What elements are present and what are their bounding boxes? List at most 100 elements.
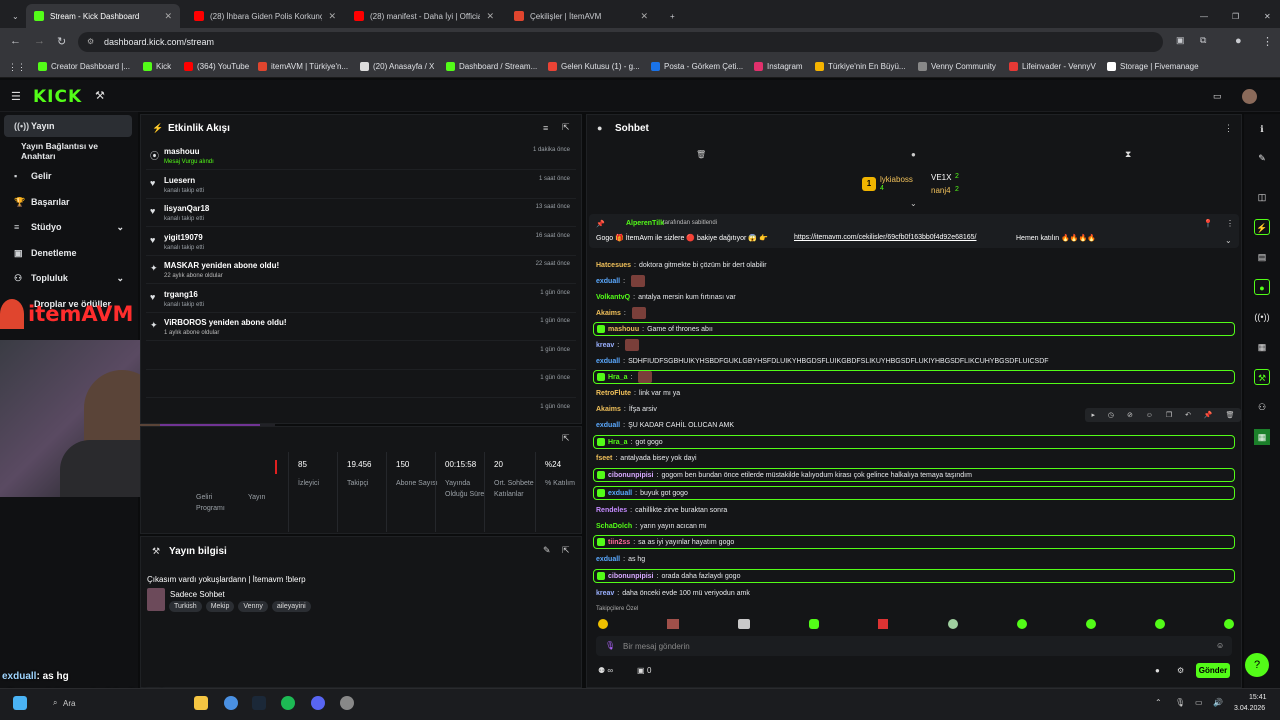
activity-row[interactable]: 1 gün önce <box>146 342 576 370</box>
filter-icon[interactable]: ≡ <box>543 123 548 133</box>
emote-icon[interactable]: ☺ <box>1146 412 1153 419</box>
list-icon[interactable]: ▦ <box>1254 339 1270 355</box>
puzzle-icon[interactable]: ⧉ <box>1200 35 1206 46</box>
bookmark-item[interactable]: Dashboard / Stream... <box>446 62 537 71</box>
sidebar-item-denetleme[interactable]: ▣ Denetleme <box>4 242 132 264</box>
sidebar-item-studyo[interactable]: ≡ Stüdyo ⌄ <box>4 216 132 238</box>
chat-message[interactable]: Hra_a: got gogo <box>593 435 1235 449</box>
reload-icon[interactable]: ↻ <box>57 35 66 48</box>
more-icon[interactable]: ⋮ <box>1226 219 1234 228</box>
new-tab-button[interactable]: + <box>662 4 678 28</box>
top-user-1[interactable]: lykiaboss <box>880 175 913 184</box>
bookmark-item[interactable]: Creator Dashboard |... <box>38 62 130 71</box>
apps-icon[interactable]: ⋮⋮ <box>8 62 26 73</box>
chat-message[interactable]: cibonunpipisi: gogom ben bundan önce etil… <box>593 468 1235 482</box>
activity-row[interactable]: ♥ yigit19079 kanalı takip etti 16 saat önce <box>146 228 576 256</box>
activity-row[interactable]: 1 gün önce <box>146 399 576 427</box>
bookmark-item[interactable]: Lifeinvader - VennyV <box>1009 62 1096 71</box>
chat-mode-icon[interactable]: ● <box>911 150 916 159</box>
bookmark-item[interactable]: itemAVM | Türkiye'n... <box>258 62 348 71</box>
community-icon[interactable]: ⚇ <box>1254 399 1270 415</box>
tag-chip[interactable]: Venny <box>238 601 268 612</box>
chat-username[interactable]: Rendeles <box>596 507 627 514</box>
maximize-icon[interactable]: ❐ <box>1224 4 1244 28</box>
steam-icon[interactable] <box>252 696 266 710</box>
chat-message[interactable]: VolkantvQ: antalya mersin kum fırtınası v… <box>596 290 736 304</box>
windows-start-icon[interactable] <box>13 696 27 710</box>
folder-icon[interactable] <box>194 696 208 710</box>
activity-row[interactable]: ♥ Luesern kanalı takip etti 1 saat önce <box>146 171 576 199</box>
sidebar-item-stream-key[interactable]: Yayın Bağlantısı ve Anahtarı <box>4 140 132 162</box>
bookmark-item[interactable]: Posta - Görkem Çeti... <box>651 62 743 71</box>
hammer-icon[interactable]: ⚒ <box>95 89 105 102</box>
mic-icon[interactable]: 🎙 <box>1175 698 1185 707</box>
spotify-icon[interactable] <box>281 696 295 710</box>
chat-message[interactable]: exduall: as hg <box>596 552 645 566</box>
pin-icon[interactable]: 📌 <box>1204 411 1213 419</box>
chat-username[interactable]: exduall <box>596 278 620 285</box>
volume-icon[interactable]: 🔊 <box>1213 698 1223 707</box>
chat-input[interactable] <box>596 636 1232 656</box>
taskbar-search[interactable]: Ara <box>63 699 75 708</box>
mic-icon[interactable]: 🎙 <box>605 641 615 650</box>
chat-icon[interactable]: ● <box>1254 279 1270 295</box>
chat-message[interactable]: tiin2ss: sa as iyi yayınlar hayatım gogo <box>593 535 1235 549</box>
tag-chip[interactable]: Turkish <box>169 601 202 612</box>
chat-username[interactable]: Hatcesues <box>596 262 631 269</box>
emote-icon[interactable] <box>1223 619 1234 629</box>
gear-icon[interactable]: ⚙ <box>1177 666 1184 675</box>
activity-name[interactable]: yigit19079 <box>164 233 203 242</box>
emote-icon[interactable] <box>1154 619 1165 629</box>
chat-username[interactable]: exduall <box>608 490 632 497</box>
avatar[interactable] <box>1242 89 1257 104</box>
tray-chevron-icon[interactable]: ⌃ <box>1155 698 1162 707</box>
emote-icon[interactable] <box>738 619 751 629</box>
profile-icon[interactable]: ● <box>1235 35 1242 47</box>
emote-icon[interactable] <box>1085 619 1096 629</box>
chat-username[interactable]: fseet <box>596 455 612 462</box>
activity-name[interactable]: MASKAR yeniden abone oldu! <box>164 261 279 270</box>
kick-logo[interactable]: KICK <box>33 87 82 107</box>
chevron-down-icon[interactable]: ⌄ <box>910 199 917 208</box>
emote-icon[interactable] <box>947 619 958 629</box>
close-window-icon[interactable]: ✕ <box>1256 4 1276 28</box>
emote-icon[interactable] <box>667 619 680 629</box>
chat-message[interactable]: exduall: buyuk got gogo <box>593 486 1235 500</box>
chat-username[interactable]: tiin2ss <box>608 539 630 546</box>
activity-row[interactable]: ♥ trgang16 kanalı takip etti 1 gün önce <box>146 285 576 313</box>
ban-icon[interactable]: ⊘ <box>1127 411 1133 419</box>
help-fab-icon[interactable]: ? <box>1245 653 1269 677</box>
send-button[interactable]: Gönder <box>1196 663 1230 678</box>
minimize-icon[interactable]: — <box>1192 4 1212 28</box>
chat-message[interactable]: fseet: antalyada bisey yok dayi <box>596 451 697 465</box>
lightning-icon[interactable]: ⚡ <box>1254 219 1270 235</box>
chat-username[interactable]: cibonunpipisi <box>608 472 654 479</box>
bookmark-item[interactable]: Instagram <box>754 62 803 71</box>
tab-menu-icon[interactable]: ⌄ <box>4 4 22 28</box>
pinned-by-user[interactable]: AlperenTilk <box>626 220 664 227</box>
document-icon[interactable]: ▤ <box>1254 249 1270 265</box>
chrome-icon[interactable] <box>224 696 238 710</box>
tab-youtube-2[interactable]: (28) manifest - Daha İyi | Officia ✕ <box>346 4 502 28</box>
emoji-icon[interactable]: ☺ <box>1216 641 1224 650</box>
timeout-icon[interactable]: ◷ <box>1108 411 1114 419</box>
bookmark-item[interactable]: (20) Anasayfa / X <box>360 62 434 71</box>
edit-icon[interactable]: ✎ <box>543 545 551 556</box>
emote-icon[interactable] <box>1016 619 1027 629</box>
pinned-link[interactable]: https://itemavm.com/cekilisler/69cfb0f16… <box>794 234 977 241</box>
reply-icon[interactable]: ▸ <box>1091 411 1095 419</box>
chat-username[interactable]: exduall <box>596 358 620 365</box>
chat-username[interactable]: cibonunpipisi <box>608 573 654 580</box>
chat-username[interactable]: VolkantvQ <box>596 294 630 301</box>
discord-icon[interactable] <box>311 696 325 710</box>
chat-username[interactable]: Akaims <box>596 406 621 413</box>
activity-name[interactable]: trgang16 <box>164 290 198 299</box>
activity-name[interactable]: ViRBOROS yeniden abone oldu! <box>164 318 287 327</box>
chat-message[interactable]: cibonunpipisi: orada daha fazlaydı gogo <box>593 569 1235 583</box>
activity-row[interactable]: 1 gün önce <box>146 370 576 398</box>
info-icon[interactable]: ℹ <box>1254 121 1270 137</box>
activity-name[interactable]: lisyanQar18 <box>164 204 209 213</box>
chat-message[interactable]: mashouu: Game of thrones abıı <box>593 322 1235 336</box>
chat-message[interactable]: kreav: <box>596 338 640 352</box>
chat-message[interactable]: Akaims: <box>596 306 646 320</box>
